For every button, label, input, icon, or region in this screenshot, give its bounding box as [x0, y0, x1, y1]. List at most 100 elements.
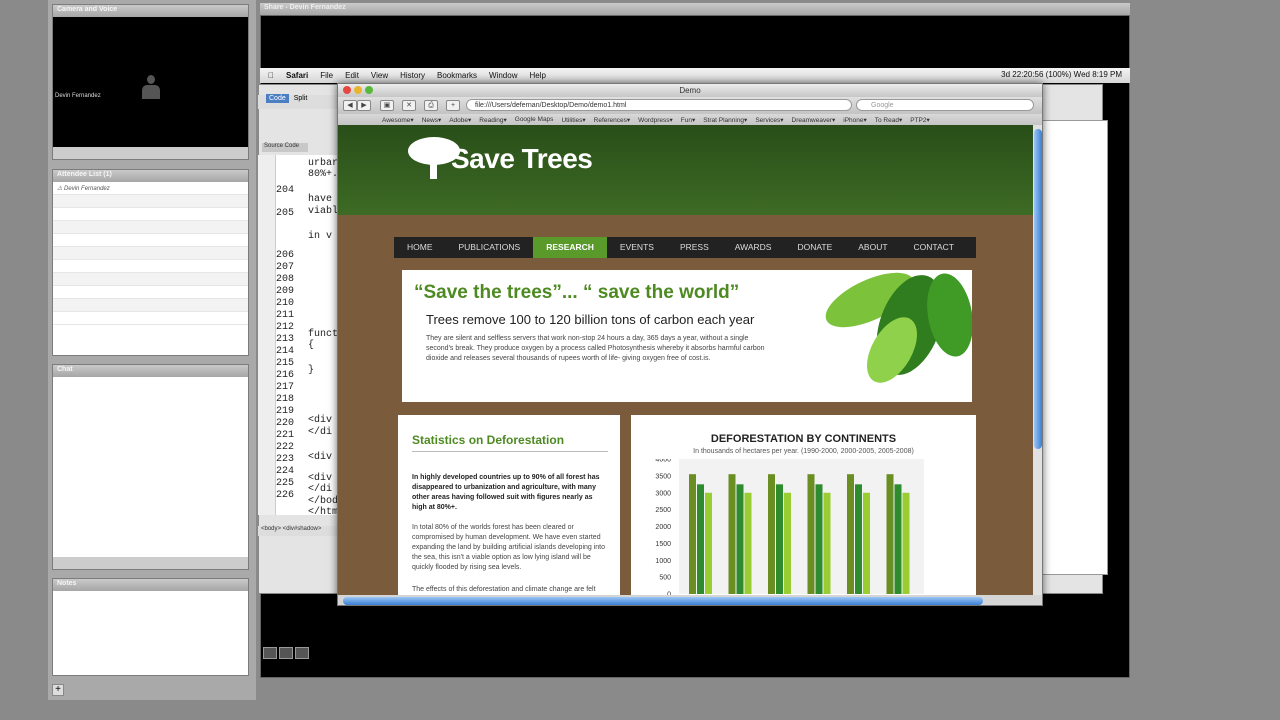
- bookmark-item[interactable]: Reading▾: [479, 116, 506, 124]
- close-icon[interactable]: [343, 86, 351, 94]
- reader-icon[interactable]: ⎙: [424, 100, 438, 111]
- bar-north-america-1: [815, 484, 823, 594]
- chat-pod-title: Chat: [53, 365, 248, 377]
- nav-item-about[interactable]: ABOUT: [845, 237, 900, 258]
- code-toolbar: [258, 155, 276, 515]
- minimize-icon[interactable]: [354, 86, 362, 94]
- menu-item-safari[interactable]: Safari: [286, 71, 308, 80]
- bookmark-item[interactable]: Utilities▾: [561, 116, 585, 124]
- zoom-icon[interactable]: [365, 86, 373, 94]
- add-pod-button[interactable]: +: [52, 684, 64, 696]
- code-editor[interactable]: 204 205 206 207 208 209 210 211 212 213 214 215 216 2…: [258, 155, 339, 519]
- attendee-pod: Attendee List (1) ⚠ Devin Fernandez: [52, 169, 249, 356]
- pod-button-2[interactable]: [279, 647, 293, 659]
- menu-item-window[interactable]: Window: [489, 71, 517, 80]
- forward-icon[interactable]: ▶: [357, 100, 371, 111]
- line-number: 225: [276, 478, 295, 489]
- bookmark-item[interactable]: To Read▾: [875, 116, 902, 124]
- menu-items: Safari File Edit View History Bookmarks Window…: [286, 71, 558, 80]
- line-number: 216: [276, 370, 295, 381]
- bookmark-item[interactable]: Awesome▾: [382, 116, 414, 124]
- bookmark-item[interactable]: Adobe▾: [449, 116, 471, 124]
- code-line: {: [308, 340, 315, 352]
- line-number: 220: [276, 418, 295, 429]
- attendee-row: [53, 208, 248, 221]
- browser-toolbar: ◀ ▶ ▣ ✕ ⎙ + file:///Users/defernan/Deskt…: [338, 97, 1042, 114]
- menu-item-bookmarks[interactable]: Bookmarks: [437, 71, 477, 80]
- nav-item-donate[interactable]: DONATE: [784, 237, 845, 258]
- chart-section: DEFORESTATION BY CONTINENTS In thousands…: [631, 415, 976, 595]
- share-icon[interactable]: ▣: [380, 100, 394, 111]
- bookmark-item[interactable]: Fun▾: [681, 116, 695, 124]
- bar-asia-2: [744, 492, 752, 594]
- apple-icon[interactable]: : [268, 71, 274, 80]
- bookmark-item[interactable]: News▾: [422, 116, 442, 124]
- attendee-row: [53, 273, 248, 286]
- bookmark-item[interactable]: PTP2▾: [910, 116, 930, 124]
- bar-europe-1: [894, 484, 902, 594]
- line-number: 206: [276, 250, 295, 261]
- pod-button-3[interactable]: [295, 647, 309, 659]
- tag-selector[interactable]: <body> <div#shadow>: [258, 526, 338, 536]
- attendee-row: [53, 221, 248, 234]
- bookmark-item[interactable]: Google Maps: [515, 116, 554, 123]
- tab-code[interactable]: Code: [266, 94, 289, 103]
- code-line: </htm: [308, 507, 339, 519]
- attendee-row: [53, 286, 248, 299]
- fullscreen-icon[interactable]: ✕: [402, 100, 416, 111]
- nav-item-awards[interactable]: AWARDS: [722, 237, 785, 258]
- chat-input[interactable]: [53, 557, 248, 569]
- y-tick-label: 2000: [655, 524, 671, 531]
- bookmark-item[interactable]: Services▾: [755, 116, 783, 124]
- nav-item-home[interactable]: HOME: [394, 237, 446, 258]
- add-bookmark-icon[interactable]: +: [446, 100, 460, 111]
- code-line: </di: [308, 426, 333, 438]
- menu-item-view[interactable]: View: [371, 71, 388, 80]
- search-input[interactable]: Google: [856, 99, 1034, 111]
- source-code-tab[interactable]: Source Code: [262, 143, 308, 152]
- horizontal-scroll-thumb[interactable]: [343, 597, 983, 605]
- attendee-row: [53, 299, 248, 312]
- menu-item-file[interactable]: File: [320, 71, 333, 80]
- bookmark-item[interactable]: Dreamweaver▾: [792, 116, 836, 124]
- nav-item-research[interactable]: RESEARCH: [533, 237, 607, 258]
- video-pod-footer: [53, 147, 248, 159]
- nav-item-publications[interactable]: PUBLICATIONS: [446, 237, 534, 258]
- bookmark-item[interactable]: References▾: [594, 116, 631, 124]
- bar-south-america-0: [847, 474, 854, 594]
- attendee-list: ⚠ Devin Fernandez: [53, 182, 248, 325]
- line-number: 213: [276, 334, 295, 345]
- bookmark-item[interactable]: iPhone▾: [843, 116, 867, 124]
- attendee-row: [53, 260, 248, 273]
- hero-section: “Save the trees”... “ save the world” Tr…: [402, 270, 972, 402]
- horizontal-scrollbar[interactable]: [338, 595, 1042, 605]
- bookmark-item[interactable]: Strat Planning▾: [703, 116, 747, 124]
- url-input[interactable]: file:///Users/defernan/Desktop/Demo/demo…: [466, 99, 852, 111]
- menu-item-history[interactable]: History: [400, 71, 425, 80]
- nav-item-press[interactable]: PRESS: [667, 237, 722, 258]
- menu-item-edit[interactable]: Edit: [345, 71, 359, 80]
- vertical-scrollbar[interactable]: [1033, 125, 1042, 595]
- notes-pod-title: Notes: [53, 579, 248, 591]
- line-number: 224: [276, 466, 295, 477]
- attendee-row[interactable]: ⚠ Devin Fernandez: [53, 182, 248, 195]
- video-pod-title: Camera and Voice: [53, 5, 248, 17]
- hero-text: They are silent and selfless servers tha…: [426, 335, 765, 362]
- vertical-scroll-thumb[interactable]: [1034, 129, 1042, 449]
- code-line: urbar: [308, 157, 339, 169]
- y-tick-label: 3500: [655, 473, 671, 480]
- chart-title: DEFORESTATION BY CONTINENTS: [710, 433, 897, 445]
- bar-australia-2: [784, 492, 791, 594]
- site-logo[interactable]: Save Trees: [451, 143, 593, 175]
- code-line: <div: [308, 472, 333, 484]
- deforestation-chart: 05001000150020002500300035004000AFRICAAS…: [655, 459, 924, 595]
- back-icon[interactable]: ◀: [343, 100, 357, 111]
- menu-item-help[interactable]: Help: [529, 71, 545, 80]
- pod-button-1[interactable]: [263, 647, 277, 659]
- tab-split[interactable]: Split: [291, 94, 311, 103]
- code-line: </di: [308, 484, 333, 496]
- browser-title: Demo: [679, 86, 701, 95]
- bookmark-item[interactable]: Wordpress▾: [638, 116, 673, 124]
- nav-item-events[interactable]: EVENTS: [607, 237, 667, 258]
- nav-item-contact[interactable]: CONTACT: [901, 237, 967, 258]
